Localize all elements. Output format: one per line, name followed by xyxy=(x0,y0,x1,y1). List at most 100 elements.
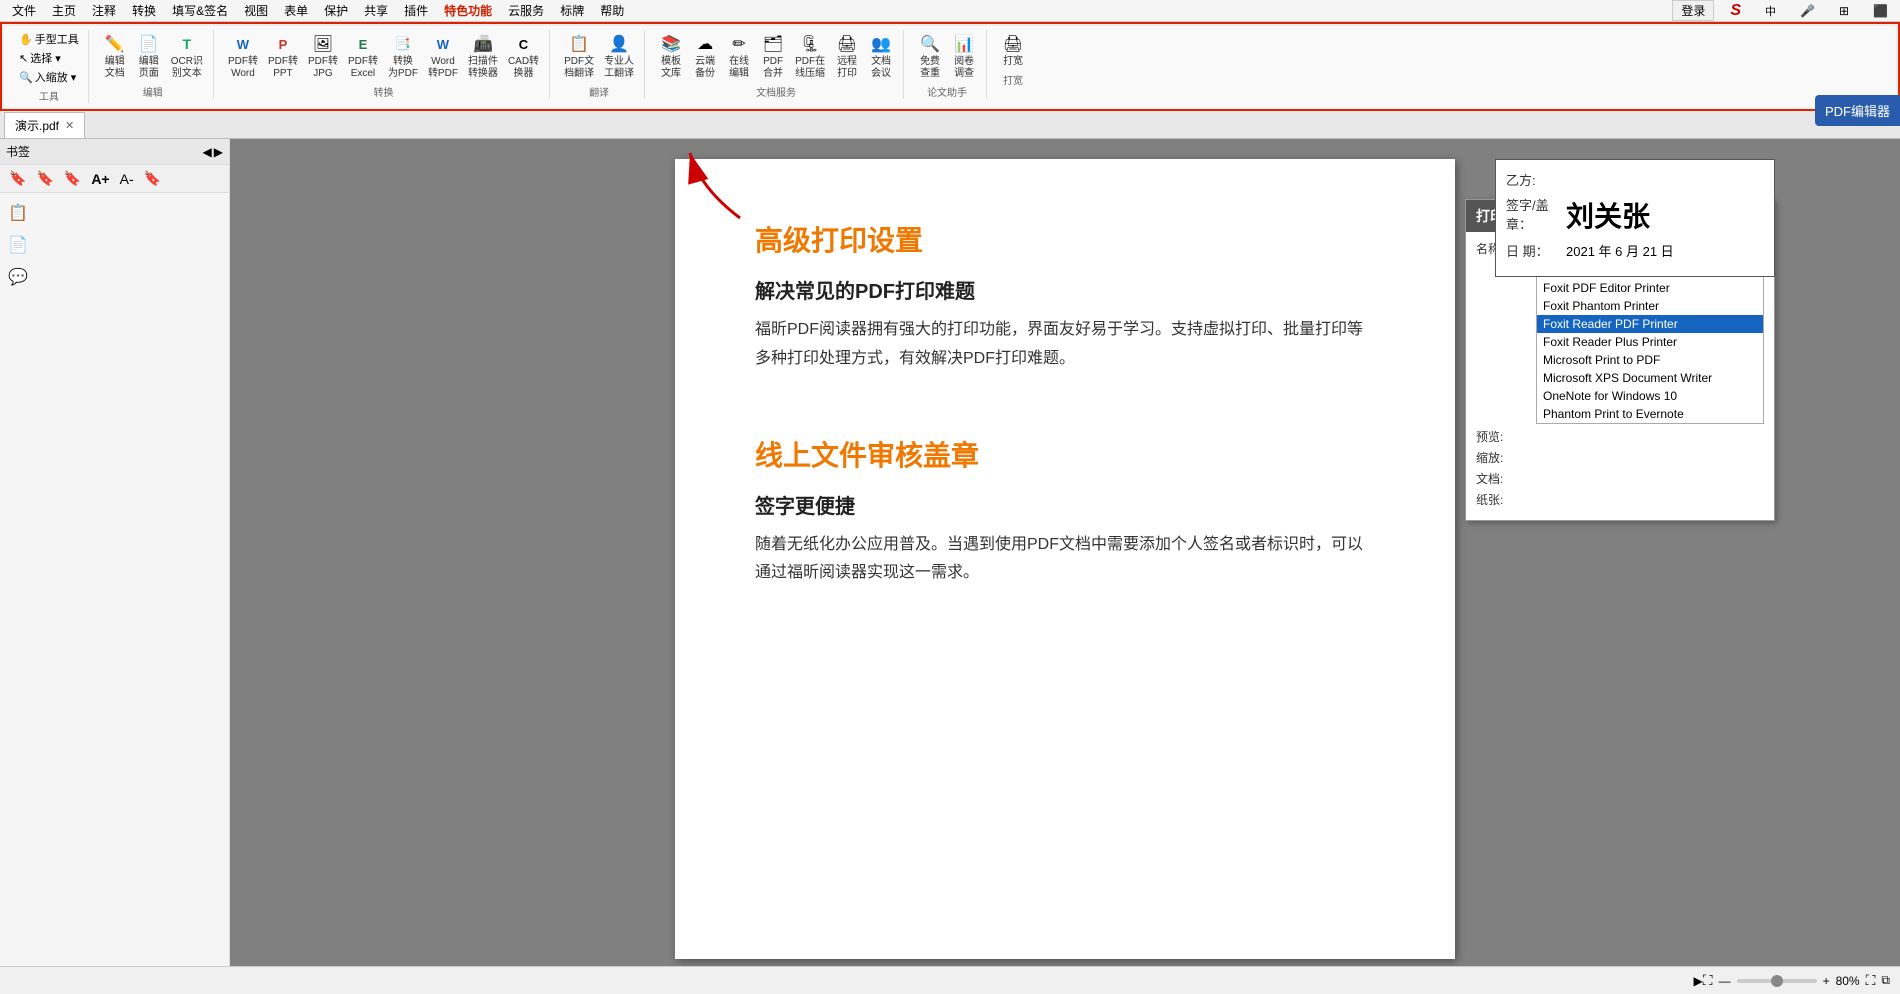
online-edit-btn[interactable]: ✏ 在线编辑 xyxy=(723,30,755,82)
pdf-excel-icon: E xyxy=(351,32,375,56)
printer-foxit-plus[interactable]: Foxit Reader Plus Printer xyxy=(1537,333,1763,351)
bookmark-icon-2[interactable]: 🔖 xyxy=(33,169,56,188)
zoom-plus-btn[interactable]: + xyxy=(1823,974,1830,988)
menu-protect[interactable]: 保护 xyxy=(316,0,356,21)
menu-plugin[interactable]: 插件 xyxy=(396,0,436,21)
pdf-translate-btn[interactable]: 📋 PDF文档翻译 xyxy=(560,30,598,82)
check-duplicate-btn[interactable]: 🔍 免费查重 xyxy=(914,30,946,82)
lang-icon[interactable]: 中 xyxy=(1757,1,1784,21)
printer-onenote[interactable]: OneNote for Windows 10 xyxy=(1537,387,1763,405)
survey-btn[interactable]: 📊 阅卷调查 xyxy=(948,30,980,82)
menu-convert[interactable]: 转换 xyxy=(124,0,164,21)
remote-print-btn[interactable]: 🖨 远程打印 xyxy=(831,30,863,82)
group-label-translate: 翻译 xyxy=(589,84,609,99)
grid-icon[interactable]: ⊞ xyxy=(1831,2,1857,20)
print-doc-label: 文档: xyxy=(1476,470,1536,487)
main-layout: 书签 ◀ ▶ 🔖 🔖 🔖 A+ A- 🔖 📋 📄 💬 xyxy=(0,139,1900,966)
cad-icon: C xyxy=(512,32,536,56)
group-label-printwide: 打宽 xyxy=(1003,72,1023,87)
tab-label: 演示.pdf xyxy=(15,117,59,134)
font-smaller-icon[interactable]: A- xyxy=(117,170,137,188)
bookmark-icon-4[interactable]: 🔖 xyxy=(141,169,164,188)
printer-foxit-phantom[interactable]: Foxit Phantom Printer xyxy=(1537,297,1763,315)
zoom-slider[interactable] xyxy=(1737,979,1817,983)
menu-home[interactable]: 主页 xyxy=(44,0,84,21)
sidebar-prev-btn[interactable]: ◀ xyxy=(203,145,212,159)
printer-foxit-editor[interactable]: Foxit PDF Editor Printer xyxy=(1537,279,1763,297)
zoom-minus-btn[interactable]: — xyxy=(1719,974,1731,988)
zoom-thumb[interactable] xyxy=(1771,975,1783,987)
sidebar-next-btn[interactable]: ▶ xyxy=(214,145,223,159)
menu-share[interactable]: 共享 xyxy=(356,0,396,21)
menu-special[interactable]: 特色功能 xyxy=(436,0,500,21)
sidebar-panel-icon-3[interactable]: 💬 xyxy=(0,261,229,293)
zoom-tool-btn[interactable]: 🔍 入缩放 ▾ xyxy=(16,68,82,86)
sig-date-row: 日 期： 2021 年 6 月 21 日 xyxy=(1506,241,1764,260)
pdf-jpg-icon: 🖼 xyxy=(311,32,335,56)
menu-comment[interactable]: 注释 xyxy=(84,0,124,21)
pdf-word-label: PDF转Word xyxy=(228,56,258,80)
menu-bar: 文件 主页 注释 转换 填写&签名 视图 表单 保护 共享 插件 特色功能 云服… xyxy=(0,0,1900,22)
edit-page-btn[interactable]: 📄 编辑页面 xyxy=(133,30,165,82)
pdf-to-excel-btn[interactable]: E PDF转Excel xyxy=(344,30,382,82)
menu-sign2[interactable]: 标牌 xyxy=(552,0,592,21)
login-button[interactable]: 登录 xyxy=(1672,0,1714,21)
print-extra-fields: 预览: 缩放: 文档: 纸张: xyxy=(1476,428,1764,508)
ocr-btn[interactable]: T OCR识别文本 xyxy=(167,30,207,82)
doc-meeting-btn[interactable]: 👥 文档会议 xyxy=(865,30,897,82)
compress-btn[interactable]: 🗜 PDF在线压缩 xyxy=(791,30,829,82)
pro-translate-label: 专业人工翻译 xyxy=(604,56,634,80)
section-sign-body: 随着无纸化办公应用普及。当遇到使用PDF文档中需要添加个人签名或者标识时，可以通… xyxy=(755,531,1375,589)
sidebar-panel-icon-2[interactable]: 📄 xyxy=(0,229,229,261)
menu-view[interactable]: 视图 xyxy=(236,0,276,21)
right-panel-label[interactable]: PDF编辑器 xyxy=(1815,95,1900,126)
select-tool-btn[interactable]: ↖ 选择 ▾ xyxy=(16,49,82,67)
mic-icon[interactable]: 🎤 xyxy=(1792,2,1823,20)
edit-doc-btn[interactable]: ✏️ 编辑文档 xyxy=(99,30,131,82)
menu-sign[interactable]: 填写&签名 xyxy=(164,0,236,21)
printwide-btn[interactable]: 🖨 打宽 xyxy=(997,30,1029,70)
two-page-btn[interactable]: ⧉ xyxy=(1881,973,1890,988)
word-to-pdf-btn[interactable]: W Word转PDF xyxy=(424,30,462,82)
print-printer-list[interactable]: Fax Foxit PDF Editor Printer Foxit Phant… xyxy=(1536,260,1764,424)
printer-ms-pdf[interactable]: Microsoft Print to PDF xyxy=(1537,351,1763,369)
menu-form[interactable]: 表单 xyxy=(276,0,316,21)
check-icon: 🔍 xyxy=(918,32,942,56)
cloud-backup-btn[interactable]: ☁ 云端备份 xyxy=(689,30,721,82)
pro-translate-btn[interactable]: 👤 专业人工翻译 xyxy=(600,30,638,82)
group-label-docservice: 文档服务 xyxy=(756,84,796,99)
pdf-excel-label: PDF转Excel xyxy=(348,56,378,80)
menu-cloud[interactable]: 云服务 xyxy=(500,0,552,21)
sidebar-panel-icon-1[interactable]: 📋 xyxy=(0,197,229,229)
font-larger-icon[interactable]: A+ xyxy=(88,170,112,188)
pdf-translate-label: PDF文档翻译 xyxy=(564,56,594,80)
bookmark-icon-1[interactable]: 🔖 xyxy=(6,169,29,188)
tab-demo-pdf[interactable]: 演示.pdf ✕ xyxy=(4,112,85,138)
sig-party-row: 乙方: xyxy=(1506,170,1764,189)
scroll-right-icon[interactable]: ▶ xyxy=(1694,974,1703,988)
ribbon-group-paper: 🔍 免费查重 📊 阅卷调查 论文助手 xyxy=(908,30,987,99)
printwide-label: 打宽 xyxy=(1003,56,1023,68)
to-pdf-btn[interactable]: 📑 转换为PDF xyxy=(384,30,422,82)
bookmark-icon-3[interactable]: 🔖 xyxy=(61,169,84,188)
pdf-to-ppt-btn[interactable]: P PDF转PPT xyxy=(264,30,302,82)
printer-phantom-evernote[interactable]: Phantom Print to Evernote xyxy=(1537,405,1763,423)
hand-tool-btn[interactable]: ✋ 手型工具 xyxy=(16,30,82,48)
ocr-label: OCR识别文本 xyxy=(171,56,203,80)
cad-btn[interactable]: C CAD转换器 xyxy=(504,30,543,82)
pdf-ppt-icon: P xyxy=(271,32,295,56)
scan-btn[interactable]: 📠 扫描件转换器 xyxy=(464,30,502,82)
pdf-to-word-btn[interactable]: W PDF转Word xyxy=(224,30,262,82)
ribbon: ✋ 手型工具 ↖ 选择 ▾ 🔍 入缩放 ▾ 工具 ✏️ 编辑文档 xyxy=(4,26,1896,107)
panel-icon-1: 📋 xyxy=(8,203,28,223)
pdf-to-jpg-btn[interactable]: 🖼 PDF转JPG xyxy=(304,30,342,82)
menu-help[interactable]: 帮助 xyxy=(592,0,632,21)
resize-icon[interactable]: ⬛ xyxy=(1865,2,1896,20)
edit-items: ✏️ 编辑文档 📄 编辑页面 T OCR识别文本 xyxy=(99,30,207,82)
tab-close-btn[interactable]: ✕ xyxy=(65,119,74,132)
printer-ms-xps[interactable]: Microsoft XPS Document Writer xyxy=(1537,369,1763,387)
menu-file[interactable]: 文件 xyxy=(4,0,44,21)
template-btn[interactable]: 📚 模板文库 xyxy=(655,30,687,82)
printer-foxit-reader[interactable]: Foxit Reader PDF Printer xyxy=(1537,315,1763,333)
merge-btn[interactable]: 🗂 PDF合并 xyxy=(757,30,789,82)
